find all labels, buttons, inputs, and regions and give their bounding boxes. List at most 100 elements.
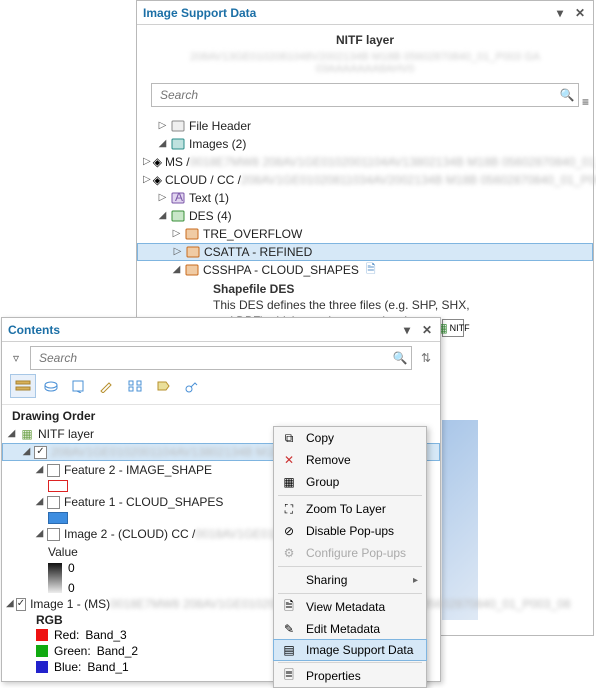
images-icon <box>170 137 186 151</box>
chevron-right-icon: ▸ <box>413 575 418 586</box>
expand-icon[interactable]: ▷ <box>143 157 151 168</box>
isd-identifier-obscured: 208AV13GE0102081048V2002134B M18B 056028… <box>137 49 593 83</box>
tool-list-by-source[interactable] <box>38 374 64 398</box>
symbol-swatch-blue[interactable] <box>48 512 68 524</box>
expand-icon[interactable]: ▷ <box>172 247 183 258</box>
disable-popup-icon: ⊘ <box>280 524 298 538</box>
menu-item-sharing[interactable]: Sharing▸ <box>274 569 426 591</box>
expand-icon[interactable]: ▷ <box>157 193 168 204</box>
collapse-icon[interactable]: ◢ <box>6 599 14 610</box>
expand-icon[interactable]: ▷ <box>171 229 182 240</box>
isd-search[interactable]: 🔍 <box>151 83 579 107</box>
red-swatch <box>36 629 48 641</box>
collapse-icon[interactable]: ◢ <box>34 497 45 508</box>
isd-subtitle: NITF layer <box>137 25 593 49</box>
tool-list-by-labeling[interactable] <box>150 374 176 398</box>
expand-icon[interactable]: ▷ <box>143 175 151 186</box>
value-min: 0 <box>68 581 75 595</box>
visibility-checkbox[interactable] <box>47 464 60 477</box>
pin-icon[interactable]: ▾ <box>400 323 414 337</box>
menu-separator <box>278 495 422 496</box>
remove-icon: ✕ <box>280 453 298 467</box>
map-preview <box>442 420 478 620</box>
copy-icon: ⧉ <box>280 431 298 446</box>
tree-row-tre[interactable]: ▷ TRE_OVERFLOW <box>143 225 587 243</box>
visibility-checkbox[interactable] <box>47 496 60 509</box>
menu-item-disable-popups[interactable]: ⊘Disable Pop-ups <box>274 520 426 542</box>
collapse-icon[interactable]: ◢ <box>34 529 45 540</box>
menu-separator <box>278 662 422 663</box>
svg-text:A: A <box>175 192 183 204</box>
search-icon[interactable]: 🔍 <box>556 88 578 102</box>
green-swatch <box>36 645 48 657</box>
collapse-icon[interactable]: ◢ <box>6 429 17 440</box>
menu-separator <box>278 593 422 594</box>
collapse-icon[interactable]: ◢ <box>157 139 168 150</box>
menu-item-configure-popups: ⚙Configure Pop-ups <box>274 542 426 564</box>
text-icon: A <box>170 191 186 205</box>
tool-list-by-perception[interactable] <box>178 374 204 398</box>
nitf-tab[interactable]: ▦ NITF <box>442 319 464 337</box>
group-icon: ▦ <box>280 475 298 489</box>
contents-toolbar <box>2 370 440 405</box>
symbol-swatch-red[interactable] <box>48 480 68 492</box>
menu-item-group[interactable]: ▦Group <box>274 471 426 493</box>
tree-row-images[interactable]: ◢ Images (2) <box>143 135 587 153</box>
contents-search[interactable]: 🔍 <box>30 346 412 370</box>
group-layer-icon: ▦ <box>19 427 35 441</box>
menu-item-zoom[interactable]: ⛶Zoom To Layer <box>274 498 426 520</box>
close-icon[interactable]: ✕ <box>573 6 587 20</box>
des-item-icon <box>184 227 200 241</box>
view-metadata-icon: 🗎 <box>280 597 298 618</box>
menu-item-view-metadata[interactable]: 🗎View Metadata <box>274 596 426 618</box>
value-gradient <box>48 563 62 593</box>
tree-row-csshpa[interactable]: ◢ CSSHPA - CLOUD_SHAPES 🗎 <box>143 261 587 279</box>
des-icon <box>170 209 186 223</box>
collapse-icon[interactable]: ◢ <box>157 211 168 222</box>
tool-list-by-drawing[interactable] <box>10 374 36 398</box>
blue-swatch <box>36 661 48 673</box>
collapse-icon[interactable]: ◢ <box>21 447 32 458</box>
menu-item-image-support-data[interactable]: ▤Image Support Data <box>273 639 427 661</box>
tree-row-file-header[interactable]: ▷ File Header <box>143 117 587 135</box>
configure-popup-icon: ⚙ <box>280 546 298 560</box>
pin-icon[interactable]: ▾ <box>553 6 567 20</box>
tool-list-by-editing[interactable] <box>94 374 120 398</box>
collapse-icon[interactable]: ◢ <box>34 465 45 476</box>
des-item-icon <box>184 263 200 277</box>
layer-icon: ◈ <box>153 173 162 187</box>
updown-icon[interactable]: ⇅ <box>418 351 434 365</box>
doc-icon: 🗎 <box>363 263 379 277</box>
collapse-icon[interactable]: ◢ <box>171 265 182 276</box>
menu-icon[interactable]: ≡ <box>582 95 589 109</box>
contents-title-text: Contents <box>8 323 60 337</box>
zoom-icon: ⛶ <box>280 502 298 517</box>
menu-item-copy[interactable]: ⧉Copy <box>274 427 426 449</box>
expand-icon[interactable]: ▷ <box>157 121 168 132</box>
tree-row-cloud[interactable]: ▷ ◈ CLOUD / CC / 208AV1GE01020811034AV20… <box>143 171 587 189</box>
tree-row-des[interactable]: ◢ DES (4) <box>143 207 587 225</box>
visibility-checkbox[interactable]: ✓ <box>16 598 26 611</box>
menu-item-properties[interactable]: 🗏Properties <box>274 665 426 687</box>
contents-search-input[interactable] <box>31 351 389 365</box>
tree-row-text[interactable]: ▷ A Text (1) <box>143 189 587 207</box>
visibility-checkbox[interactable] <box>47 528 60 541</box>
tree-row-ms[interactable]: ▷ ◈ MS / 0018E7MW8 208AV1GE0102001104AV1… <box>143 153 587 171</box>
layer-icon: ◈ <box>153 155 162 169</box>
filter-icon[interactable]: ▿ <box>8 351 24 365</box>
file-icon <box>170 119 186 133</box>
tool-list-by-selection[interactable] <box>66 374 92 398</box>
search-icon[interactable]: 🔍 <box>389 351 411 365</box>
visibility-checkbox[interactable]: ✓ <box>34 446 47 459</box>
menu-item-remove[interactable]: ✕Remove <box>274 449 426 471</box>
menu-separator <box>278 566 422 567</box>
des-item-icon <box>185 245 201 259</box>
edit-metadata-icon: ✎ <box>280 622 298 636</box>
isd-search-input[interactable] <box>152 88 556 102</box>
tool-list-by-snapping[interactable] <box>122 374 148 398</box>
tree-row-csatta-selected[interactable]: ▷ CSATTA - REFINED <box>137 243 593 261</box>
context-menu: ⧉Copy ✕Remove ▦Group ⛶Zoom To Layer ⊘Dis… <box>273 426 427 688</box>
properties-icon: 🗏 <box>280 666 298 687</box>
close-icon[interactable]: ✕ <box>420 323 434 337</box>
value-max: 0 <box>68 561 75 575</box>
